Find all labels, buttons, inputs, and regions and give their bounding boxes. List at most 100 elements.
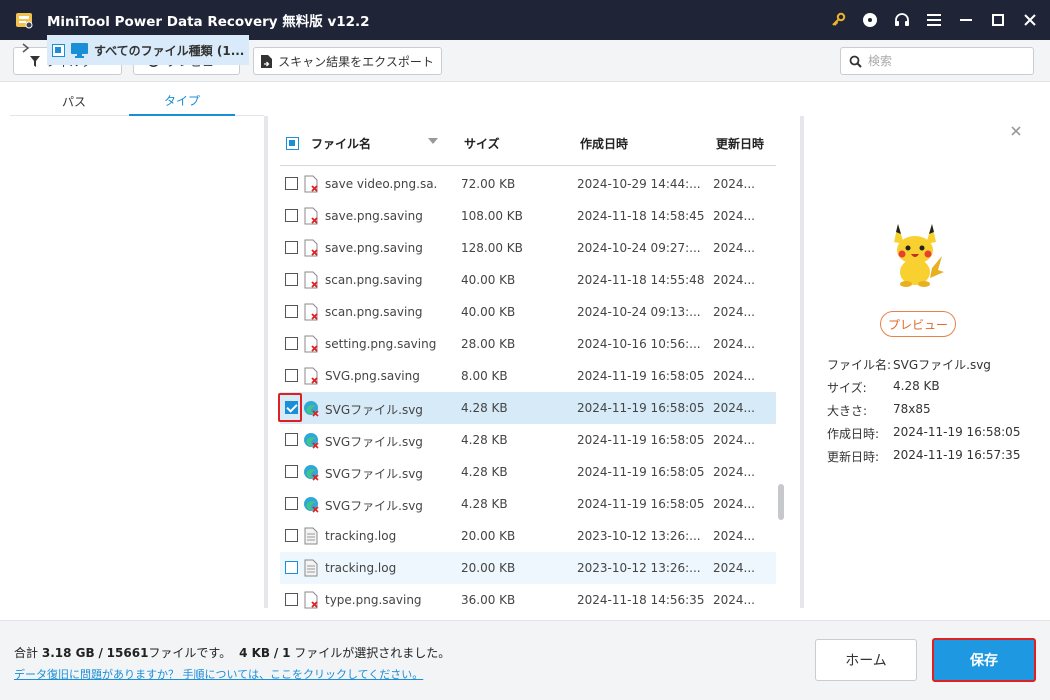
table-row[interactable]: setting.png.saving 28.00 KB 2024-10-16 10:… (280, 328, 776, 360)
file-size-cell: 72.00 KB (461, 177, 516, 191)
created-date-cell: 2023-10-12 13:26:... (577, 561, 701, 575)
table-row[interactable]: save.png.saving 108.00 KB 2024-11-18 14:58… (280, 200, 776, 232)
window-title: MiniTool Power Data Recovery 無料版 v12.2 (47, 14, 370, 30)
table-row[interactable]: scan.png.saving 40.00 KB 2024-11-18 14:55:… (280, 264, 776, 296)
created-date-cell: 2024-11-19 16:58:05 (577, 401, 705, 415)
file-name-cell: save.png.saving (325, 209, 423, 223)
table-row[interactable]: SVGファイル.svg 4.28 KB 2024-11-19 16:58:05 202… (280, 424, 776, 456)
table-row[interactable]: save.png.saving 128.00 KB 2024-10-24 09:27… (280, 232, 776, 264)
file-name-cell: tracking.log (325, 529, 397, 543)
modified-date-cell: 2024... (713, 273, 755, 287)
file-size-cell: 36.00 KB (461, 593, 516, 607)
tree-expand-icon[interactable] (22, 42, 30, 56)
tab-path[interactable]: パス (33, 86, 115, 116)
file-size-cell: 4.28 KB (461, 401, 508, 415)
sort-arrow-icon[interactable] (428, 133, 438, 147)
file-name-cell: SVGファイル.svg (325, 499, 423, 513)
preview-close-icon[interactable] (1011, 124, 1021, 140)
selection-highlight-box (278, 393, 302, 422)
export-scan-results-button[interactable]: スキャン結果をエクスポート (253, 47, 442, 75)
table-row[interactable]: SVGファイル.svg 4.28 KB 2024-11-19 16:58:05 202… (280, 488, 776, 520)
headset-icon[interactable] (886, 0, 918, 40)
row-checkbox[interactable] (285, 529, 298, 542)
file-name-cell: scan.png.saving (325, 305, 423, 319)
file-size-cell: 8.00 KB (461, 369, 508, 383)
column-header-size[interactable]: サイズ (464, 135, 500, 152)
file-size-cell: 108.00 KB (461, 209, 523, 223)
row-checkbox[interactable] (285, 305, 298, 318)
table-row[interactable]: SVGファイル.svg 4.28 KB 2024-11-19 16:58:05 202… (280, 392, 776, 424)
row-checkbox[interactable] (285, 337, 298, 350)
table-row[interactable]: SVGファイル.svg 4.28 KB 2024-11-19 16:58:05 202… (280, 456, 776, 488)
file-name-cell: SVGファイル.svg (325, 467, 423, 481)
file-info-value: SVGファイル.svg (893, 358, 991, 372)
search-box[interactable] (840, 47, 1034, 75)
tab-type[interactable]: タイプ (129, 86, 235, 116)
table-row[interactable]: SVG.png.saving 8.00 KB 2024-11-19 16:58:05… (280, 360, 776, 392)
column-header-modified[interactable]: 更新日時 (716, 135, 764, 152)
row-checkbox[interactable] (285, 177, 298, 190)
row-checkbox[interactable] (285, 465, 298, 478)
column-header-name[interactable]: ファイル名 (311, 135, 371, 152)
row-checkbox[interactable] (285, 593, 298, 606)
modified-date-cell: 2024... (713, 177, 755, 191)
menu-icon[interactable] (918, 0, 950, 40)
table-row[interactable]: scan.png.saving 40.00 KB 2024-10-24 09:13:… (280, 296, 776, 328)
row-checkbox[interactable] (285, 369, 298, 382)
row-checkbox[interactable] (285, 209, 298, 222)
file-name-cell: SVGファイル.svg (325, 435, 423, 449)
table-row[interactable]: save video.png.sa... 72.00 KB 2024-10-29 1… (280, 168, 776, 200)
row-checkbox[interactable] (285, 241, 298, 254)
file-size-cell: 4.28 KB (461, 465, 508, 479)
column-header-created[interactable]: 作成日時 (580, 135, 628, 152)
row-checkbox[interactable] (285, 497, 298, 510)
file-list: ファイル名 サイズ 作成日時 更新日時 save video.png.sa...… (268, 120, 796, 610)
search-input[interactable] (868, 54, 1018, 68)
modified-date-cell: 2024... (713, 241, 755, 255)
created-date-cell: 2024-10-24 09:27:... (577, 241, 701, 255)
file-size-cell: 20.00 KB (461, 561, 516, 575)
tree-checkbox[interactable] (52, 43, 65, 57)
table-row[interactable]: tracking.log 20.00 KB 2023-10-12 13:26:...… (280, 520, 776, 552)
file-size-cell: 28.00 KB (461, 337, 516, 351)
table-row[interactable]: tracking.log 20.00 KB 2023-10-12 13:26:...… (280, 552, 776, 584)
file-name-cell: save video.png.sa... (325, 177, 437, 191)
save-button[interactable]: 保存 (932, 638, 1036, 682)
disc-icon[interactable] (854, 0, 886, 40)
tree-item-all-file-types[interactable]: すべてのファイル種類 (1... (47, 35, 249, 65)
table-row[interactable]: type.png.saving 36.00 KB 2024-11-18 14:56:… (280, 584, 776, 610)
select-all-checkbox[interactable] (286, 137, 299, 150)
edge-svg-icon (303, 399, 319, 417)
modified-date-cell: 2024... (713, 369, 755, 383)
row-checkbox[interactable] (285, 273, 298, 286)
files-suffix: ファイルです。 (148, 646, 232, 660)
minimize-icon[interactable] (950, 0, 982, 40)
view-tabs: パス タイプ (10, 86, 264, 116)
created-date-cell: 2024-10-16 10:56:... (577, 337, 701, 351)
file-info-value: 2024-11-19 16:57:35 (893, 448, 1021, 462)
preview-panel: プレビュー ファイル名: SVGファイル.svg サイズ: 4.28 KB 大きさ: 78… (804, 116, 1030, 608)
text-file-icon (303, 559, 319, 577)
deleted-file-icon (303, 591, 319, 609)
close-icon[interactable] (1014, 0, 1046, 40)
row-checkbox[interactable] (285, 561, 298, 574)
deleted-file-icon (303, 335, 319, 353)
home-button[interactable]: ホーム (815, 639, 917, 681)
title-bar: MiniTool Power Data Recovery 無料版 v12.2 (0, 0, 1050, 40)
deleted-file-icon (303, 207, 319, 225)
file-name-cell: tracking.log (325, 561, 397, 575)
file-info-key: サイズ: (827, 381, 867, 395)
summary-separator: / (98, 646, 103, 660)
key-icon[interactable] (822, 0, 854, 40)
preview-open-button[interactable]: プレビュー (880, 311, 956, 337)
modified-date-cell: 2024... (713, 497, 755, 511)
row-checkbox[interactable] (285, 433, 298, 446)
help-link[interactable]: データ復旧に問題がありますか？ 手順については、ここをクリックしてください。 (14, 666, 423, 682)
maximize-icon[interactable] (982, 0, 1014, 40)
created-date-cell: 2023-10-12 13:26:... (577, 529, 701, 543)
total-size: 3.18 GB (41, 646, 95, 660)
search-icon (849, 55, 862, 68)
list-scrollbar[interactable] (778, 484, 784, 520)
deleted-file-icon (303, 303, 319, 321)
summary-prefix: 合計 (14, 646, 39, 660)
